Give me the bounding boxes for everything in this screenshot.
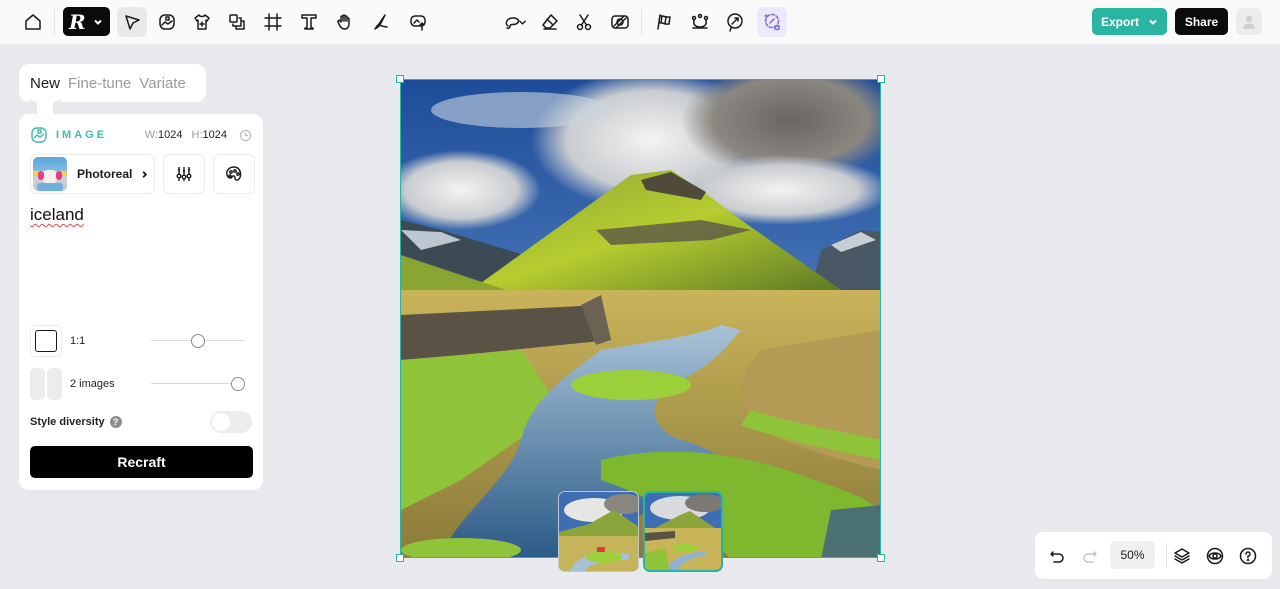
top-toolbar: R Export Share (0, 0, 1280, 45)
resize-arrow-icon[interactable] (720, 7, 750, 37)
height-field[interactable]: H:1024 (192, 129, 227, 141)
help-icon[interactable]: ? (109, 416, 122, 428)
redo-icon[interactable] (1078, 544, 1102, 568)
color-palette-button[interactable] (213, 154, 255, 194)
export-label: Export (1100, 14, 1139, 29)
ai-magic-icon[interactable] (757, 7, 787, 37)
resize-handle-top-right[interactable] (877, 75, 885, 83)
preview-eye-icon[interactable] (1203, 544, 1227, 568)
tab-fine-tune[interactable]: Fine-tune (68, 75, 131, 92)
canvas-controls: 50% (1035, 532, 1272, 579)
iceland-landscape-image (401, 80, 880, 557)
aspect-ratio-label: 1:1 (70, 335, 86, 347)
width-field[interactable]: W:1024 (145, 129, 183, 141)
layers-icon[interactable] (1170, 544, 1194, 568)
canvas-image[interactable] (400, 79, 881, 558)
user-icon (1243, 15, 1255, 29)
settings-sliders-button[interactable] (163, 154, 205, 194)
tab-variate[interactable]: Variate (139, 75, 185, 92)
image-generate-icon[interactable] (152, 7, 182, 37)
content-type-text: IMAGE (56, 129, 108, 141)
brush-draw-icon[interactable] (366, 7, 396, 37)
tab-new[interactable]: New (30, 75, 60, 92)
aspect-ratio-button[interactable] (30, 325, 62, 357)
height-value: 1024 (202, 129, 227, 141)
width-label: W: (144, 129, 159, 141)
slider-thumb[interactable] (191, 334, 205, 348)
resize-handle-top-left[interactable] (396, 75, 404, 83)
style-row: Photoreal (30, 154, 255, 194)
layers-stack-icon[interactable] (222, 7, 252, 37)
resize-handle-bottom-right[interactable] (877, 554, 885, 562)
controls-divider (1166, 543, 1167, 568)
variant-thumbnails (558, 491, 723, 572)
flag-checkered-icon[interactable] (649, 7, 679, 37)
chevron-right-icon (142, 170, 148, 178)
aspect-ratio-slider[interactable] (151, 333, 245, 349)
mockup-shirt-icon[interactable] (187, 7, 217, 37)
export-button[interactable]: Export (1092, 8, 1167, 35)
aspect-square-icon (35, 330, 57, 352)
user-avatar[interactable] (1236, 8, 1262, 35)
style-picker-button[interactable]: Photoreal (30, 154, 155, 194)
image-count-label: 2 images (70, 378, 115, 390)
select-pointer-icon[interactable] (117, 7, 147, 37)
slider-thumb[interactable] (231, 377, 245, 391)
hand-pan-icon[interactable] (330, 7, 360, 37)
image-count-slider[interactable] (151, 376, 245, 392)
style-diversity-row: Style diversity ? (30, 411, 252, 433)
generation-panel: IMAGE W:1024 H:1024 Photoreal iceland 1:… (19, 114, 263, 490)
resize-handle-bottom-left[interactable] (396, 554, 404, 562)
frame-crop-icon[interactable] (258, 7, 288, 37)
upload-image-icon[interactable] (403, 7, 433, 37)
toolbar-divider (641, 9, 642, 35)
thumbnail-variant-2[interactable] (643, 491, 723, 572)
chevron-down-icon (93, 19, 102, 25)
app-menu-button[interactable]: R (63, 7, 110, 36)
image-count-row: 2 images (30, 368, 252, 400)
style-name: Photoreal (77, 167, 133, 181)
palette-icon (226, 166, 242, 181)
eraser-icon[interactable] (535, 7, 565, 37)
aspect-ratio-row: 1:1 (30, 325, 252, 357)
app-logo: R (69, 9, 86, 34)
history-clock-icon[interactable] (239, 129, 252, 142)
pattern-icon[interactable] (605, 7, 635, 37)
share-button[interactable]: Share (1175, 8, 1228, 35)
prompt-input[interactable]: iceland (30, 205, 84, 225)
panel-header: IMAGE W:1024 H:1024 (30, 126, 252, 144)
lasso-dropdown-chevron-icon[interactable] (515, 7, 529, 37)
home-icon[interactable] (18, 7, 48, 37)
style-thumbnail (33, 157, 67, 191)
height-label: H: (191, 129, 203, 141)
chevron-down-icon (1149, 19, 1157, 25)
recraft-generate-button[interactable]: Recraft (30, 446, 253, 478)
sliders-icon (176, 167, 192, 181)
undo-icon[interactable] (1045, 544, 1069, 568)
zoom-level[interactable]: 50% (1110, 541, 1155, 569)
toolbar-divider (54, 9, 55, 35)
image-icon (31, 127, 47, 143)
image-count-icon[interactable] (30, 368, 62, 400)
vector-nodes-icon[interactable] (685, 7, 715, 37)
width-value: 1024 (158, 129, 183, 141)
dimensions: W:1024 H:1024 (145, 129, 252, 142)
style-diversity-label: Style diversity (30, 416, 105, 428)
text-tool-icon[interactable] (294, 7, 324, 37)
scissors-cut-icon[interactable] (569, 7, 599, 37)
content-type-label: IMAGE (30, 126, 107, 144)
help-circle-icon[interactable] (1236, 544, 1260, 568)
style-diversity-toggle[interactable] (210, 411, 252, 433)
mode-tabs: New Fine-tune Variate (19, 64, 206, 102)
thumbnail-variant-1[interactable] (558, 491, 639, 572)
